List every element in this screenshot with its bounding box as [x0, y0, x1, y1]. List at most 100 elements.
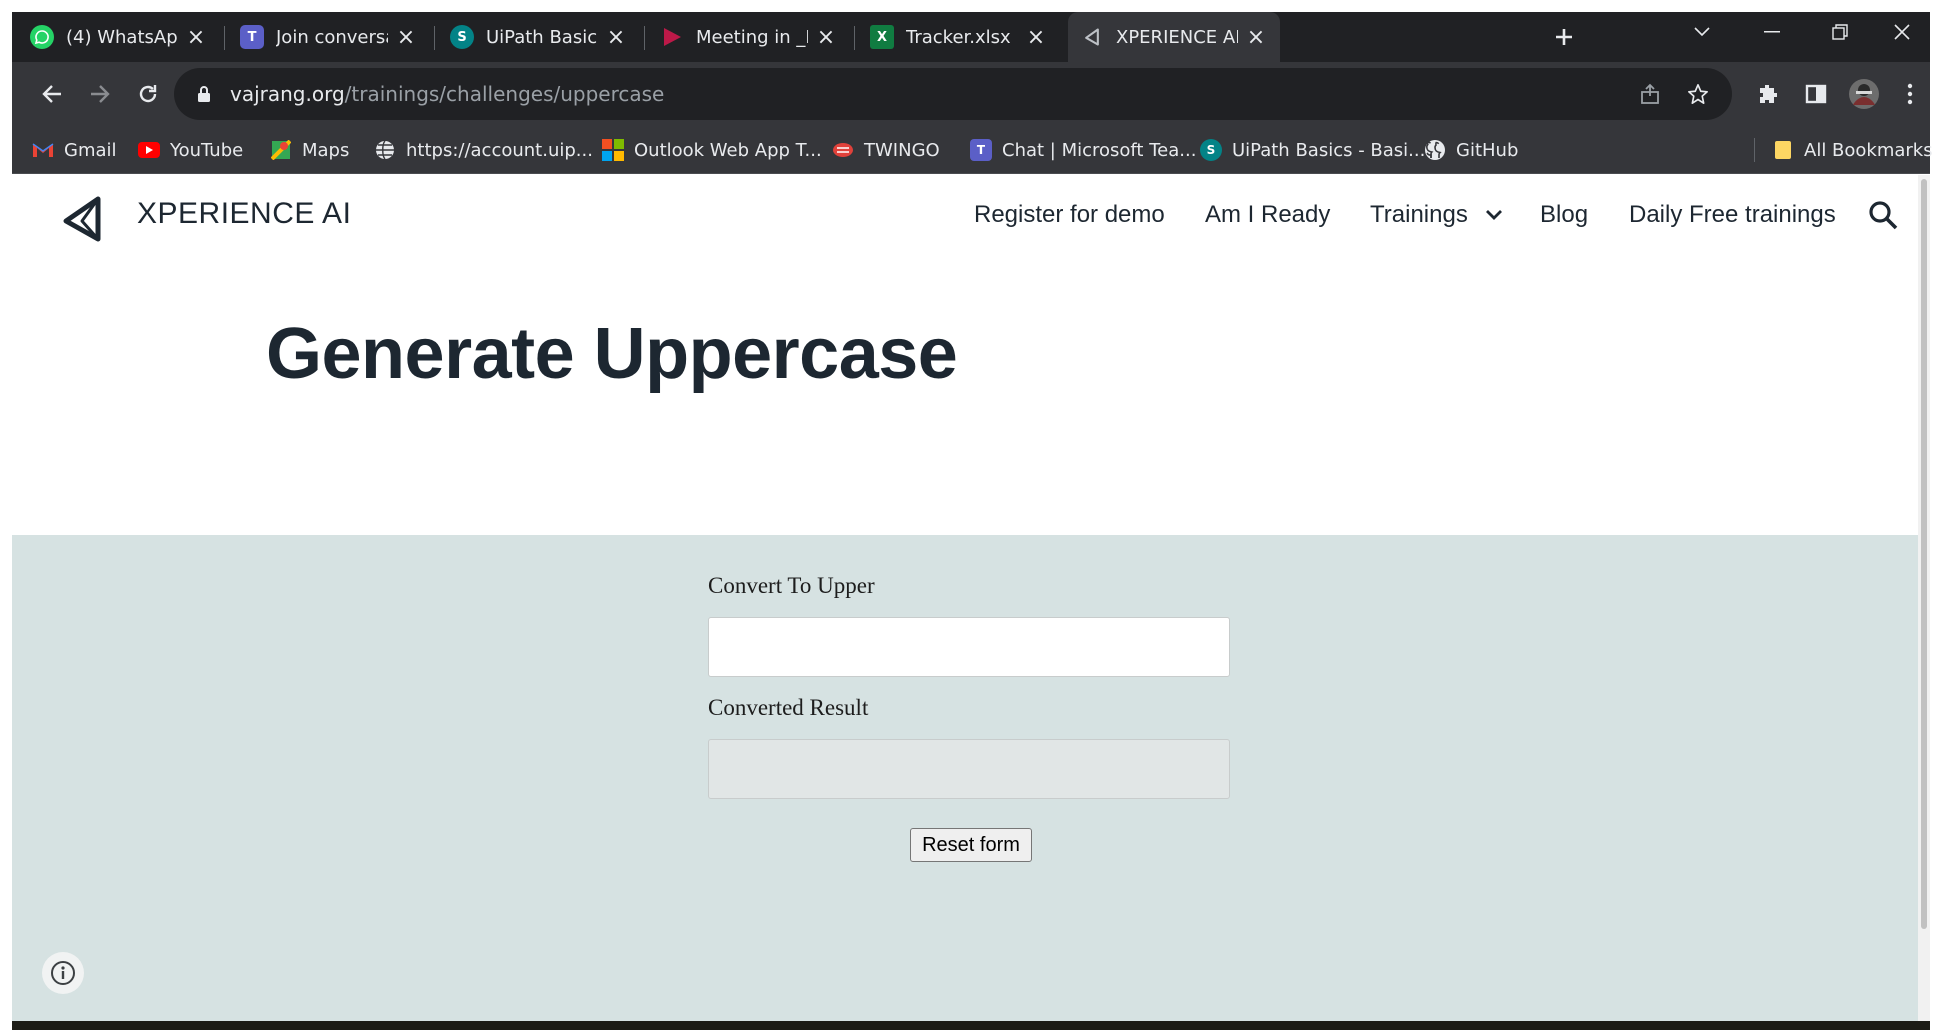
bookmarks-separator: [1754, 138, 1755, 162]
close-icon[interactable]: ×: [814, 25, 838, 50]
maps-icon: [270, 139, 292, 161]
url-text[interactable]: vajrang.org/trainings/challenges/upperca…: [230, 82, 664, 106]
all-bookmarks-label: All Bookmarks: [1804, 139, 1933, 161]
bookmark-label: Chat | Microsoft Tea...: [1002, 139, 1197, 161]
search-icon[interactable]: [1867, 199, 1903, 235]
tab-whatsapp[interactable]: (4) WhatsApp ×: [18, 12, 220, 62]
tab-strip: (4) WhatsApp × T Join conversation × S U…: [12, 12, 1930, 62]
bookmark-label: Gmail: [64, 139, 117, 161]
close-icon[interactable]: ×: [184, 25, 208, 50]
tab-title: Meeting in _Basics: [696, 26, 808, 48]
reload-button[interactable]: [128, 74, 168, 114]
bookmark-label: Outlook Web App T...: [634, 139, 822, 161]
bookmark-label: https://account.uip...: [406, 139, 593, 161]
profile-avatar[interactable]: [1844, 74, 1884, 114]
all-bookmarks-button[interactable]: All Bookmarks: [1772, 126, 1933, 174]
nav-blog[interactable]: Blog: [1540, 201, 1588, 229]
bookmark-label: YouTube: [170, 139, 244, 161]
close-icon[interactable]: ×: [1244, 25, 1268, 50]
page-scrollbar[interactable]: [1918, 175, 1930, 1021]
new-tab-button[interactable]: [1544, 12, 1584, 62]
nav-trainings[interactable]: Trainings: [1370, 201, 1503, 229]
tab-separator: [224, 26, 225, 50]
reset-form-button[interactable]: Reset form: [910, 828, 1032, 862]
uppercase-form: Convert To Upper Converted Result Reset …: [12, 535, 1930, 1021]
minimize-button[interactable]: [1742, 12, 1802, 52]
teams-icon: T: [970, 139, 992, 161]
url-path: /trainings/challenges/uppercase: [344, 82, 665, 106]
bookmark-label: GitHub: [1456, 139, 1519, 161]
nav-daily-free-trainings[interactable]: Daily Free trainings: [1629, 201, 1836, 229]
tab-xperience-active[interactable]: XPERIENCE AI - Up ×: [1068, 12, 1280, 62]
browser-toolbar: vajrang.org/trainings/challenges/upperca…: [12, 62, 1930, 126]
back-button[interactable]: [32, 74, 72, 114]
tab-title: UiPath Basics - Bas: [486, 26, 598, 48]
twingo-icon: [832, 139, 854, 161]
chevron-down-icon: [1485, 205, 1503, 226]
os-taskbar-edge: [12, 1021, 1930, 1030]
convert-to-upper-input[interactable]: [708, 617, 1230, 677]
xperience-logo-icon[interactable]: [60, 195, 108, 243]
result-label: Converted Result: [708, 695, 869, 720]
extensions-icon[interactable]: [1748, 74, 1788, 114]
side-panel-icon[interactable]: [1796, 74, 1836, 114]
nav-register-demo[interactable]: Register for demo: [974, 201, 1165, 229]
close-icon[interactable]: ×: [394, 25, 418, 50]
bookmark-teams-chat[interactable]: T Chat | Microsoft Tea...: [970, 126, 1196, 174]
bookmark-label: UiPath Basics - Basi...: [1232, 139, 1426, 161]
scrollbar-thumb[interactable]: [1921, 179, 1927, 929]
window-frame-top: [0, 0, 1942, 12]
bookmark-label: Maps: [302, 139, 350, 161]
tab-uipath-basics[interactable]: S UiPath Basics - Bas ×: [438, 12, 640, 62]
tab-separator: [434, 26, 435, 50]
bookmarks-bar: Gmail YouTube Maps https://account.uip..…: [12, 126, 1933, 174]
site-brand[interactable]: XPERIENCE AI: [137, 197, 351, 231]
lock-icon[interactable]: [196, 84, 212, 104]
address-bar[interactable]: vajrang.org/trainings/challenges/upperca…: [174, 68, 1732, 120]
window-frame-left: [0, 0, 12, 1030]
converted-result-output: [708, 739, 1230, 799]
xperience-icon: [1080, 25, 1104, 49]
sharepoint-icon: S: [450, 25, 474, 49]
tab-search-button[interactable]: [1672, 12, 1732, 52]
info-icon[interactable]: [42, 952, 84, 994]
tab-title: Tracker.xlsx: [906, 26, 1011, 48]
bookmark-youtube[interactable]: YouTube: [138, 126, 243, 174]
menu-kebab-icon[interactable]: [1890, 74, 1930, 114]
bookmark-star-icon[interactable]: [1678, 74, 1718, 114]
bookmark-twingo[interactable]: TWINGO: [832, 126, 940, 174]
nav-trainings-label: Trainings: [1370, 201, 1468, 228]
tab-title: Join conversation: [276, 26, 388, 48]
teams-icon: T: [240, 25, 264, 49]
tab-teams-join[interactable]: T Join conversation ×: [228, 12, 430, 62]
excel-icon: X: [870, 25, 894, 49]
close-icon[interactable]: ×: [604, 25, 628, 50]
bookmark-uipath-account[interactable]: https://account.uip...: [374, 126, 593, 174]
tab-tracker[interactable]: X Tracker.xlsx ×: [858, 12, 1060, 62]
close-icon[interactable]: ×: [1024, 25, 1048, 50]
close-window-button[interactable]: [1872, 12, 1932, 52]
bookmark-gmail[interactable]: Gmail: [32, 126, 117, 174]
whatsapp-icon: [30, 25, 54, 49]
site-header: XPERIENCE AI Register for demo Am I Read…: [12, 175, 1930, 267]
page-title: Generate Uppercase: [266, 314, 958, 394]
forward-button[interactable]: [80, 74, 120, 114]
url-host: vajrang.org: [230, 82, 345, 106]
restore-button[interactable]: [1810, 12, 1870, 52]
nav-am-i-ready[interactable]: Am I Ready: [1205, 201, 1330, 229]
bookmark-outlook[interactable]: Outlook Web App T...: [602, 126, 822, 174]
share-icon[interactable]: [1630, 74, 1670, 114]
bookmark-maps[interactable]: Maps: [270, 126, 349, 174]
tab-separator: [644, 26, 645, 50]
youtube-icon: [138, 142, 160, 158]
tab-title: XPERIENCE AI - Up: [1116, 26, 1238, 48]
web-page: XPERIENCE AI Register for demo Am I Read…: [12, 175, 1930, 1021]
bookmark-github[interactable]: GitHub: [1424, 126, 1518, 174]
folder-icon: [1772, 139, 1794, 161]
stream-icon: [660, 25, 684, 49]
sharepoint-icon: S: [1200, 139, 1222, 161]
tab-meeting[interactable]: Meeting in _Basics ×: [648, 12, 850, 62]
microsoft-icon: [602, 139, 624, 161]
tab-separator: [854, 26, 855, 50]
bookmark-uipath-basics[interactable]: S UiPath Basics - Basi...: [1200, 126, 1425, 174]
